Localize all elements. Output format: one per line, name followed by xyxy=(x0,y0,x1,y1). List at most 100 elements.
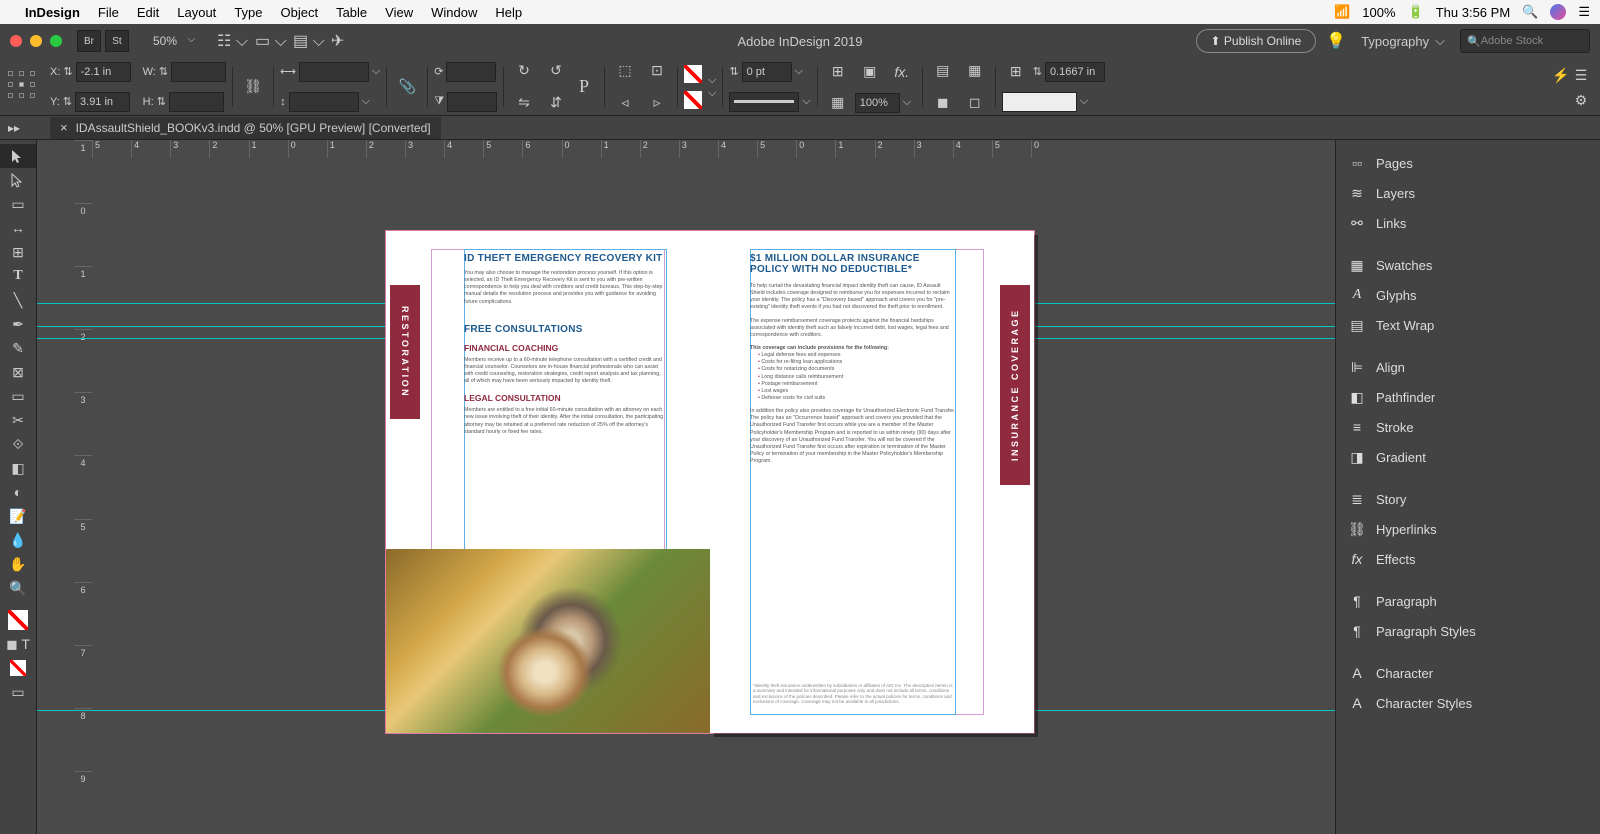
fit-frame[interactable]: ▣ xyxy=(856,60,884,84)
search-icon[interactable]: 🔍 xyxy=(1522,4,1538,20)
fill-swatch[interactable] xyxy=(684,65,702,83)
flip-h[interactable]: ⇋ xyxy=(510,91,538,115)
right-page[interactable]: INSURANCE COVERAGE $1 MILLION DOLLAR INS… xyxy=(710,231,1034,733)
menu-window[interactable]: Window xyxy=(431,5,477,20)
stepper-icon[interactable]: ⇅ xyxy=(1033,65,1042,78)
y-field[interactable] xyxy=(75,92,130,112)
h-field[interactable] xyxy=(169,92,224,112)
view-options-1[interactable]: ☷ ⌵ xyxy=(217,31,249,51)
constrain-icon[interactable]: ⛓ xyxy=(239,75,267,99)
menu-edit[interactable]: Edit xyxy=(137,5,159,20)
clip-icon[interactable]: 📎 xyxy=(393,75,421,99)
stepper-icon[interactable]: ⇅ xyxy=(63,65,72,78)
panel-gradient[interactable]: ◨Gradient xyxy=(1336,442,1600,472)
menu-icon[interactable]: ☰ xyxy=(1578,4,1590,20)
help-icon[interactable]: 💡 xyxy=(1326,31,1346,51)
gap-tool[interactable]: ↔ xyxy=(0,216,36,240)
line-tool[interactable]: ╲ xyxy=(0,288,36,312)
panel-story[interactable]: ≣Story xyxy=(1336,484,1600,514)
wifi-icon[interactable]: 📶 xyxy=(1334,4,1350,20)
close-tab-icon[interactable]: × xyxy=(60,120,68,135)
menu-layout[interactable]: Layout xyxy=(177,5,216,20)
vertical-ruler[interactable]: 10123456789 xyxy=(74,140,92,834)
hand-tool[interactable]: ✋ xyxy=(0,552,36,576)
publish-button[interactable]: ⬆ Publish Online xyxy=(1196,29,1317,53)
select-container[interactable]: ⬚ xyxy=(611,59,639,83)
stepper-icon[interactable]: ⇅ xyxy=(159,65,168,78)
wrap-none[interactable]: ▤ xyxy=(929,59,957,83)
app-name[interactable]: InDesign xyxy=(25,5,80,20)
workspace-select[interactable]: Typography ⌵ xyxy=(1356,33,1450,49)
zoom-select[interactable]: 50% xyxy=(143,32,197,50)
page-tool[interactable]: ▭ xyxy=(0,192,36,216)
corner-options[interactable]: ◻ xyxy=(961,91,989,115)
stepper-icon[interactable]: ⇅ xyxy=(729,65,738,78)
canvas[interactable]: 10123456789 5432101234560123450123450 RE… xyxy=(37,140,1335,834)
direct-selection-tool[interactable] xyxy=(0,168,36,192)
panel-effects[interactable]: fxEffects xyxy=(1336,544,1600,574)
select-prev[interactable]: ◃ xyxy=(611,91,639,115)
x-field[interactable] xyxy=(76,62,131,82)
stroke-weight[interactable] xyxy=(742,62,792,82)
reference-point[interactable] xyxy=(8,71,40,103)
close-button[interactable] xyxy=(10,35,22,47)
stepper-icon[interactable]: ⇅ xyxy=(63,95,72,108)
view-options-3[interactable]: ▤ ⌵ xyxy=(293,31,325,51)
default-fill-stroke[interactable] xyxy=(0,656,36,680)
scissors-tool[interactable]: ✂ xyxy=(0,408,36,432)
drop-shadow[interactable]: ◼ xyxy=(929,91,957,115)
select-next[interactable]: ▹ xyxy=(643,91,671,115)
panel-align[interactable]: ⊫Align xyxy=(1336,352,1600,382)
gradient-swatch-tool[interactable]: ◧ xyxy=(0,456,36,480)
clock[interactable]: Thu 3:56 PM xyxy=(1436,5,1510,20)
apply-color[interactable]: ◼ T xyxy=(0,632,36,656)
left-page[interactable]: RESTORATION ID THEFT EMERGENCY RECOVERY … xyxy=(386,231,710,733)
pen-tool[interactable]: ✒ xyxy=(0,312,36,336)
menu-type[interactable]: Type xyxy=(234,5,262,20)
view-options-2[interactable]: ▭ ⌵ xyxy=(255,31,287,51)
document-tab[interactable]: × IDAssaultShield_BOOKv3.indd @ 50% [GPU… xyxy=(50,117,441,139)
eyedropper-tool[interactable]: 💧 xyxy=(0,528,36,552)
panel-pathfinder[interactable]: ◧Pathfinder xyxy=(1336,382,1600,412)
flip-v[interactable]: ⇵ xyxy=(542,91,570,115)
panel-hyperlinks[interactable]: ⛓Hyperlinks xyxy=(1336,514,1600,544)
menu-flyout[interactable]: ☰ xyxy=(1567,63,1595,87)
settings-gear[interactable]: ⚙ xyxy=(1567,88,1595,112)
bridge-button[interactable]: Br xyxy=(77,30,101,52)
panel-stroke[interactable]: ≡Stroke xyxy=(1336,412,1600,442)
rectangle-tool[interactable]: ▭ xyxy=(0,384,36,408)
panel-character[interactable]: ACharacter xyxy=(1336,658,1600,688)
style-preset[interactable] xyxy=(1002,92,1077,112)
p-icon[interactable]: P xyxy=(570,75,598,99)
fill-stroke-toggle[interactable] xyxy=(0,608,36,632)
rotate-ccw[interactable]: ↺ xyxy=(542,59,570,83)
panel-paragraph[interactable]: ¶Paragraph xyxy=(1336,586,1600,616)
minimize-button[interactable] xyxy=(30,35,42,47)
menu-object[interactable]: Object xyxy=(281,5,319,20)
rotate-field[interactable] xyxy=(446,62,496,82)
stock-button[interactable]: St xyxy=(105,30,129,52)
menu-help[interactable]: Help xyxy=(495,5,522,20)
document-spread[interactable]: RESTORATION ID THEFT EMERGENCY RECOVERY … xyxy=(386,231,1034,733)
free-transform-tool[interactable]: ⟐ xyxy=(0,432,36,456)
battery-icon[interactable]: 🔋 xyxy=(1408,4,1424,20)
scale-x-field[interactable] xyxy=(299,62,369,82)
gradient-feather-tool[interactable]: ◐ xyxy=(0,480,36,504)
panel-links[interactable]: ⚯Links xyxy=(1336,208,1600,238)
siri-icon[interactable] xyxy=(1550,4,1566,20)
selection-tool[interactable] xyxy=(0,144,36,168)
view-mode[interactable]: ▭ xyxy=(0,680,36,704)
panel-character-styles[interactable]: ACharacter Styles xyxy=(1336,688,1600,718)
fx-button[interactable]: fx. xyxy=(888,60,916,84)
panel-layers[interactable]: ≋Layers xyxy=(1336,178,1600,208)
scale-x[interactable]: ⟷ xyxy=(280,65,296,78)
w-field[interactable] xyxy=(171,62,226,82)
panel-text-wrap[interactable]: ▤Text Wrap xyxy=(1336,310,1600,340)
menu-file[interactable]: File xyxy=(98,5,119,20)
rotate-cw[interactable]: ↻ xyxy=(510,59,538,83)
rectangle-frame-tool[interactable]: ⊠ xyxy=(0,360,36,384)
horizontal-ruler[interactable]: 5432101234560123450123450 xyxy=(92,140,1070,158)
panel-swatches[interactable]: ▦Swatches xyxy=(1336,250,1600,280)
pencil-tool[interactable]: ✎ xyxy=(0,336,36,360)
content-collector[interactable]: ⊞ xyxy=(0,240,36,264)
